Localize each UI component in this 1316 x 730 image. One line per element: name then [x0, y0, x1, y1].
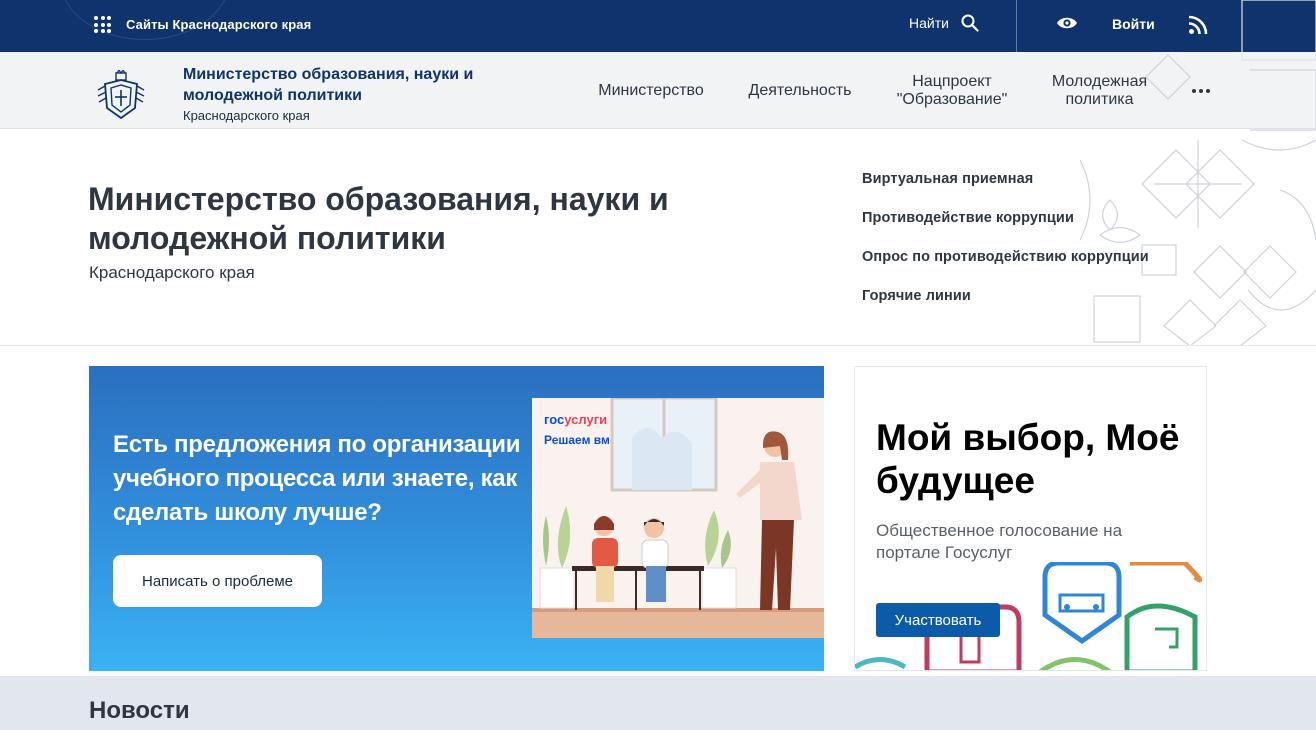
- nav-activity[interactable]: Деятельность: [740, 52, 860, 128]
- vote-card-title: Мой выбор, Моё будущее: [876, 417, 1180, 501]
- rss-icon[interactable]: [1188, 15, 1208, 35]
- more-menu-icon[interactable]: [1192, 89, 1210, 93]
- feedback-banner[interactable]: Есть предложения по организации учебного…: [89, 366, 824, 671]
- coat-of-arms-icon[interactable]: [95, 70, 147, 122]
- grid-icon: [94, 16, 111, 33]
- regional-sites-menu[interactable]: Сайты Краснодарского края: [94, 16, 311, 33]
- search-button[interactable]: Найти: [909, 14, 979, 32]
- nav-ministry[interactable]: Министерство: [590, 52, 712, 128]
- search-label: Найти: [909, 15, 949, 31]
- vote-card-description: Общественное голосование на портале Госу…: [876, 521, 1123, 562]
- participate-button[interactable]: Участвовать: [876, 603, 1000, 637]
- banner-text: Есть предложения по организации учебного…: [113, 431, 521, 526]
- organization-title[interactable]: Министерство образования, науки и молоде…: [183, 64, 543, 123]
- news-section: Новости: [0, 676, 1316, 730]
- login-button[interactable]: Войти: [1112, 16, 1155, 32]
- divider: [0, 345, 1316, 346]
- eye-icon[interactable]: [1056, 14, 1078, 32]
- link-anti-corruption-survey[interactable]: Опрос по противодействию коррупции: [862, 249, 1149, 265]
- classroom-illustration: [532, 398, 824, 638]
- site-header: Министерство образования, науки и молоде…: [0, 52, 1316, 129]
- report-problem-button[interactable]: Написать о проблеме: [113, 555, 322, 607]
- divider: [1016, 0, 1017, 52]
- regional-sites-label: Сайты Краснодарского края: [126, 17, 312, 32]
- organization-name: Министерство образования, науки и молоде…: [183, 66, 474, 104]
- vote-card[interactable]: Мой выбор, Моё будущее Общественное голо…: [854, 366, 1207, 671]
- school-illustration: госуслуги Решаем вместе: [532, 398, 824, 638]
- nav-youth-policy[interactable]: Молодежная политика: [1042, 52, 1157, 128]
- search-icon: [961, 14, 979, 32]
- link-anti-corruption[interactable]: Противодействие коррупции: [862, 210, 1074, 226]
- link-virtual-reception[interactable]: Виртуальная приемная: [862, 171, 1033, 187]
- page-title: Министерство образования, науки и молоде…: [88, 181, 669, 256]
- page-subtitle: Краснодарского края: [89, 263, 255, 282]
- organization-region: Краснодарского края: [183, 108, 310, 123]
- news-heading: Новости: [89, 697, 190, 724]
- link-hotlines[interactable]: Горячие линии: [862, 288, 971, 304]
- nav-national-project[interactable]: Нацпроект "Образование": [886, 52, 1018, 128]
- top-bar: Сайты Краснодарского края Найти Войти: [0, 0, 1316, 52]
